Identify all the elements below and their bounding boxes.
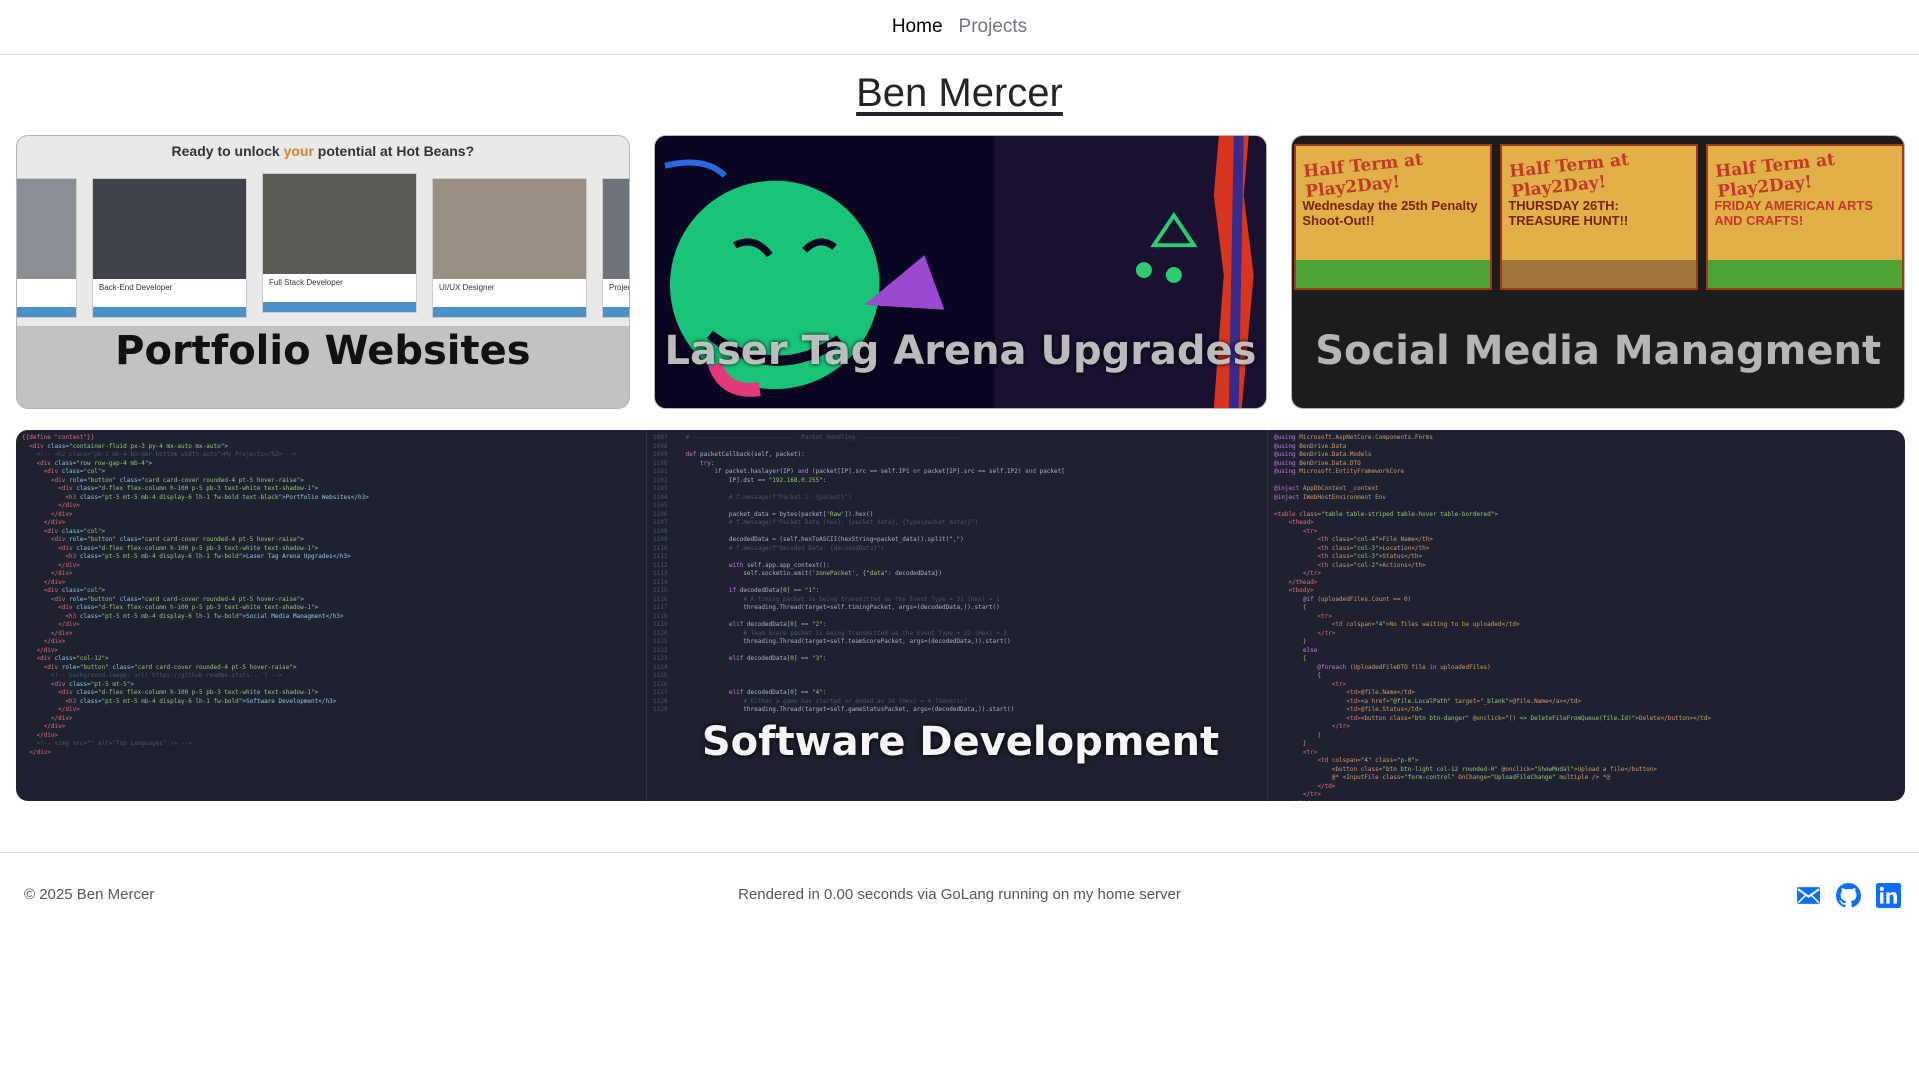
card-title: Portfolio Websites xyxy=(115,328,531,374)
card-title: Social Media Managment xyxy=(1315,328,1882,374)
card-title: Software Development xyxy=(701,719,1220,765)
poster-image: Half Term at Play2Day! FRIDAY AMERICAN AR… xyxy=(1706,144,1905,290)
portfolio-preview-image: Ready to unlock your potential at Hot Be… xyxy=(16,136,629,326)
github-icon[interactable] xyxy=(1836,883,1861,908)
social-links xyxy=(1796,883,1901,908)
banner-text: Ready to unlock your potential at Hot Be… xyxy=(171,143,475,159)
poster-image: Half Term at Play2Day! THURSDAY 26TH: TRE… xyxy=(1500,144,1699,290)
job-card-thumb: Full Stack Developer xyxy=(262,173,417,313)
mail-icon[interactable] xyxy=(1796,883,1821,908)
projects-row: Ready to unlock your potential at Hot Be… xyxy=(16,135,1906,409)
job-card-thumb: UI/UX Designer xyxy=(432,178,587,318)
top-navbar: Home Projects xyxy=(0,0,1919,55)
card-title: Laser Tag Arena Upgrades xyxy=(664,328,1257,374)
footer: © 2025 Ben Mercer Rendered in 0.00 secon… xyxy=(0,852,1919,938)
laser-tag-card[interactable]: Laser Tag Arena Upgrades xyxy=(653,135,1268,409)
nav-projects-link[interactable]: Projects xyxy=(959,12,1028,42)
portfolio-websites-card[interactable]: Ready to unlock your potential at Hot Be… xyxy=(16,135,630,409)
nav-home-link[interactable]: Home xyxy=(892,12,943,42)
software-development-card[interactable]: {{define "content"}} <div class="contain… xyxy=(16,430,1905,801)
job-card-thumb: Back-End Developer xyxy=(92,178,247,318)
linkedin-icon[interactable] xyxy=(1876,883,1901,908)
page-title: Ben Mercer xyxy=(856,71,1063,115)
job-card-thumb xyxy=(16,178,77,318)
footer-render-info: Rendered in 0.00 seconds via GoLang runn… xyxy=(738,886,1181,903)
software-row: {{define "content"}} <div class="contain… xyxy=(16,430,1905,801)
poster-image: Half Term at Play2Day! Wednesday the 25th… xyxy=(1294,144,1493,290)
social-media-card[interactable]: Half Term at Play2Day! Wednesday the 25th… xyxy=(1291,135,1906,409)
job-card-thumb: Projec xyxy=(602,178,629,318)
